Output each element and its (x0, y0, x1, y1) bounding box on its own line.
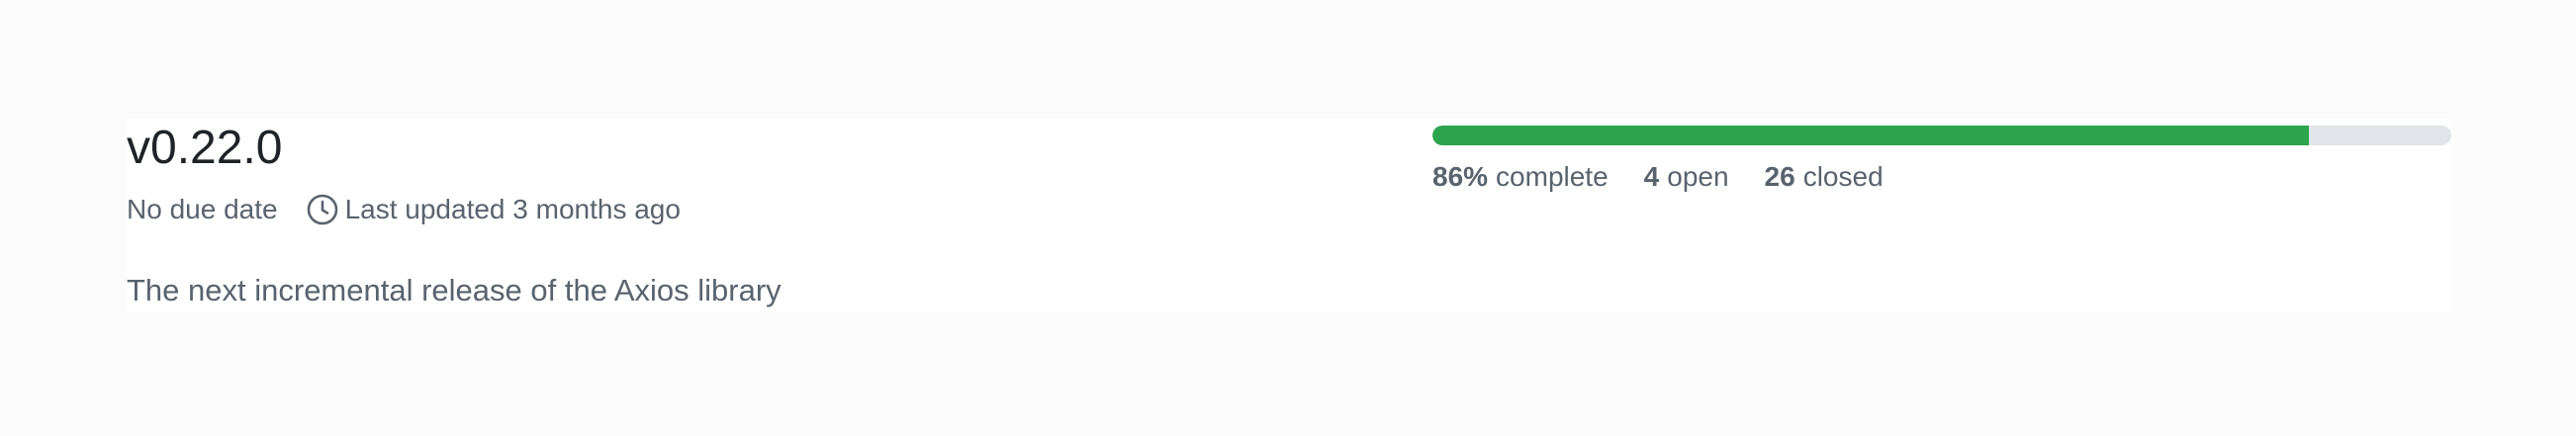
last-updated-text: Last updated 3 months ago (344, 194, 681, 224)
milestone-title[interactable]: v0.22.0 (127, 119, 282, 178)
clock-icon (306, 193, 339, 226)
closed-count: 26 (1764, 161, 1795, 192)
closed-issues-link[interactable]: 26 closed (1765, 161, 1884, 193)
closed-label: closed (1802, 161, 1884, 192)
open-count: 4 (1643, 161, 1660, 192)
last-updated: Last updated 3 months ago (306, 193, 681, 226)
open-label: open (1667, 161, 1729, 192)
milestone-description: The next incremental release of the Axio… (127, 273, 782, 307)
complete-stat: 86% complete (1432, 161, 1609, 193)
open-issues-link[interactable]: 4 open (1644, 161, 1729, 193)
milestone-card: v0.22.0 No due date Last updated 3 month… (127, 119, 2451, 311)
progress-fill (1432, 126, 2309, 145)
complete-label: complete (1496, 161, 1609, 192)
milestone-meta: No due date Last updated 3 months ago (127, 190, 681, 229)
progress-bar (1432, 126, 2451, 145)
due-date: No due date (127, 194, 278, 224)
progress-stats: 86% complete 4 open 26 closed (1432, 161, 1919, 193)
complete-percent: 86% (1432, 161, 1489, 192)
